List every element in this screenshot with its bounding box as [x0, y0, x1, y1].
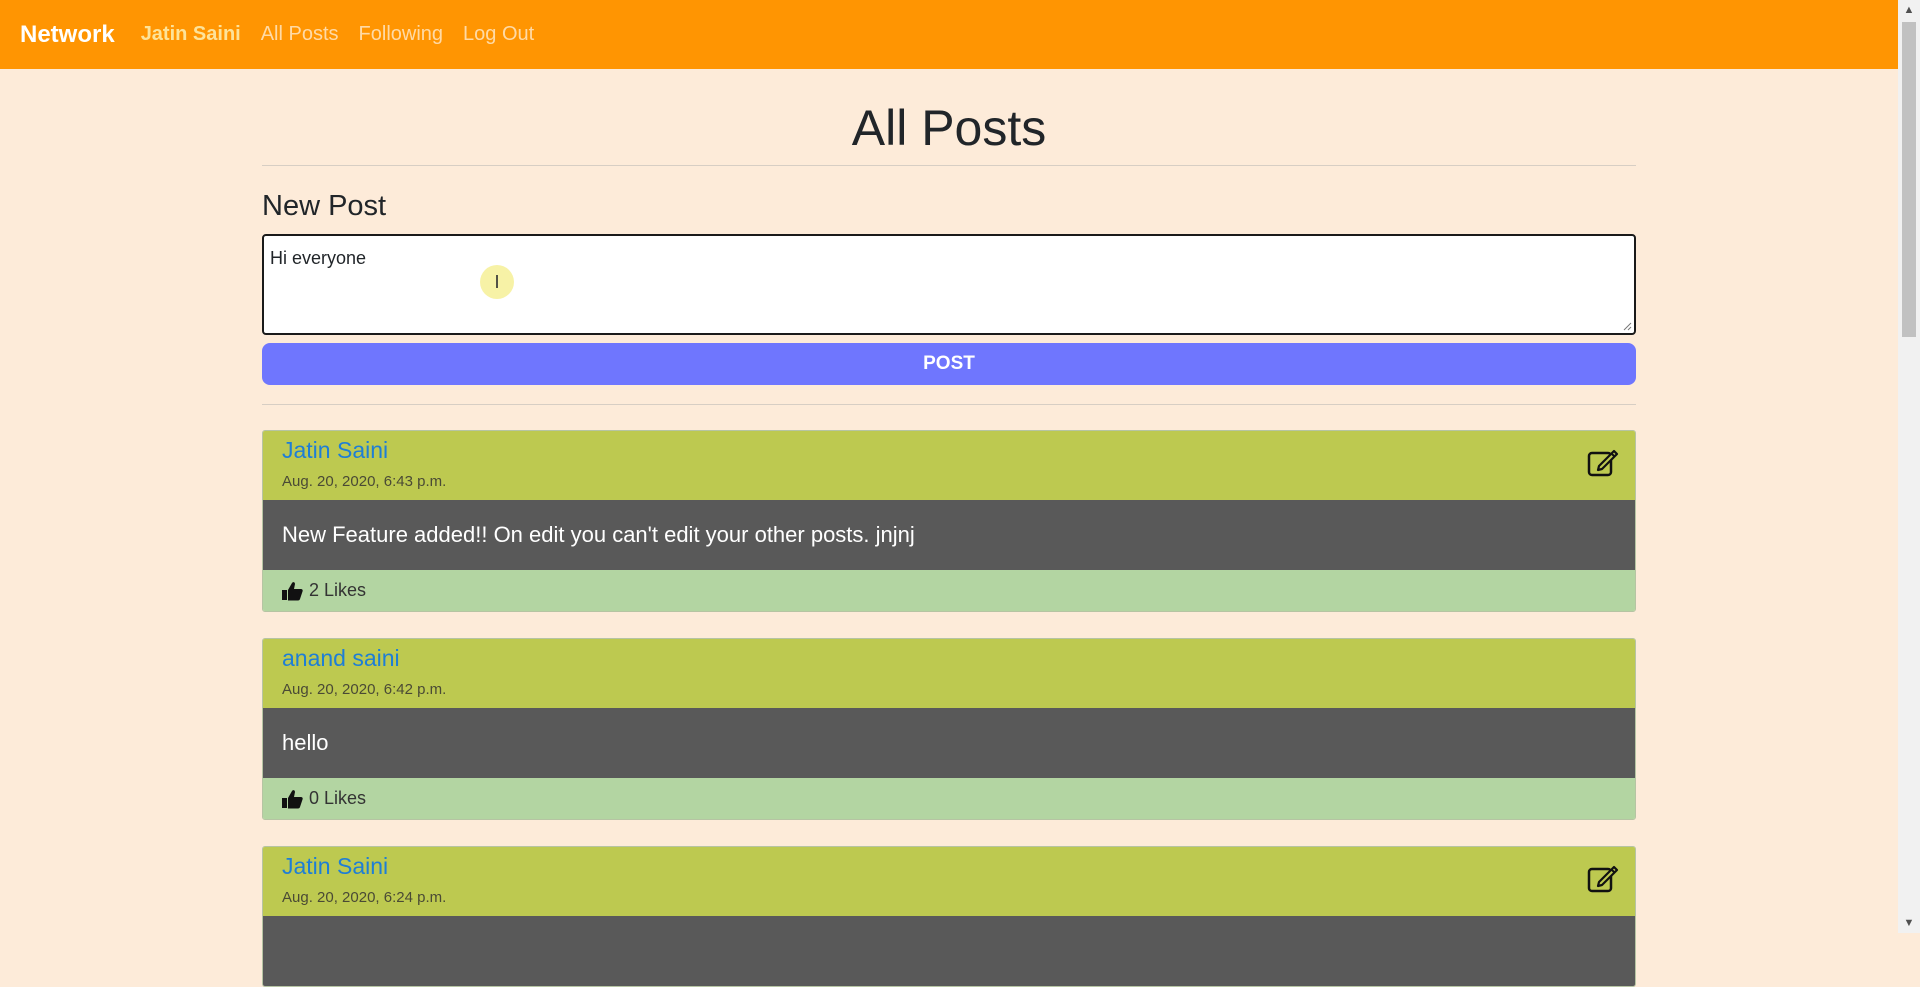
- textarea-value: Hi everyone: [270, 248, 367, 268]
- post-author-link[interactable]: anand saini: [282, 645, 400, 672]
- scroll-down-arrow-icon[interactable]: ▼: [1898, 913, 1920, 933]
- post-card: anand saini Aug. 20, 2020, 6:42 p.m. hel…: [262, 638, 1636, 820]
- vertical-scrollbar[interactable]: ▲ ▼: [1898, 0, 1920, 933]
- edit-icon[interactable]: [1587, 447, 1619, 477]
- nav-logout-link[interactable]: Log Out: [463, 23, 534, 46]
- post-content: [263, 916, 1635, 986]
- like-count: 2 Likes: [309, 580, 367, 600]
- page-title: All Posts: [851, 100, 1047, 156]
- post-footer: 0 Likes: [263, 778, 1635, 819]
- scroll-up-arrow-icon[interactable]: ▲: [1898, 0, 1920, 20]
- brand-link[interactable]: Network: [20, 21, 115, 49]
- divider: [262, 404, 1636, 405]
- post-content: hello: [263, 708, 1635, 778]
- resize-grip-icon[interactable]: [1622, 321, 1632, 331]
- post-header: Jatin Saini Aug. 20, 2020, 6:43 p.m.: [263, 431, 1635, 500]
- nav-user-link[interactable]: Jatin Saini: [141, 23, 241, 46]
- divider: [262, 165, 1636, 166]
- main-content: All Posts New Post Hi everyone I POST Ja…: [262, 69, 1636, 987]
- nav-all-posts-link[interactable]: All Posts: [261, 23, 339, 46]
- post-content: New Feature added!! On edit you can't ed…: [263, 500, 1635, 570]
- post-footer: 2 Likes: [263, 570, 1635, 611]
- like-count: 0 Likes: [309, 788, 367, 808]
- post-author-link[interactable]: Jatin Saini: [282, 437, 388, 464]
- thumbs-up-icon[interactable]: [281, 789, 303, 809]
- new-post-textarea[interactable]: Hi everyone I: [262, 234, 1636, 335]
- post-date: Aug. 20, 2020, 6:42 p.m.: [282, 681, 447, 698]
- post-header: Jatin Saini Aug. 20, 2020, 6:24 p.m.: [263, 847, 1635, 916]
- new-post-heading: New Post: [262, 190, 387, 222]
- post-date: Aug. 20, 2020, 6:43 p.m.: [282, 473, 447, 490]
- navbar: Network Jatin Saini All Posts Following …: [0, 0, 1898, 69]
- post-header: anand saini Aug. 20, 2020, 6:42 p.m.: [263, 639, 1635, 708]
- edit-icon[interactable]: [1587, 863, 1619, 893]
- text-cursor-icon: I: [480, 265, 514, 299]
- nav-following-link[interactable]: Following: [359, 23, 443, 46]
- scroll-thumb[interactable]: [1902, 22, 1916, 337]
- post-card: Jatin Saini Aug. 20, 2020, 6:24 p.m.: [262, 846, 1636, 987]
- post-author-link[interactable]: Jatin Saini: [282, 853, 388, 880]
- post-button[interactable]: POST: [262, 343, 1636, 385]
- post-card: Jatin Saini Aug. 20, 2020, 6:43 p.m. New…: [262, 430, 1636, 612]
- post-date: Aug. 20, 2020, 6:24 p.m.: [282, 889, 447, 906]
- thumbs-up-icon[interactable]: [281, 581, 303, 601]
